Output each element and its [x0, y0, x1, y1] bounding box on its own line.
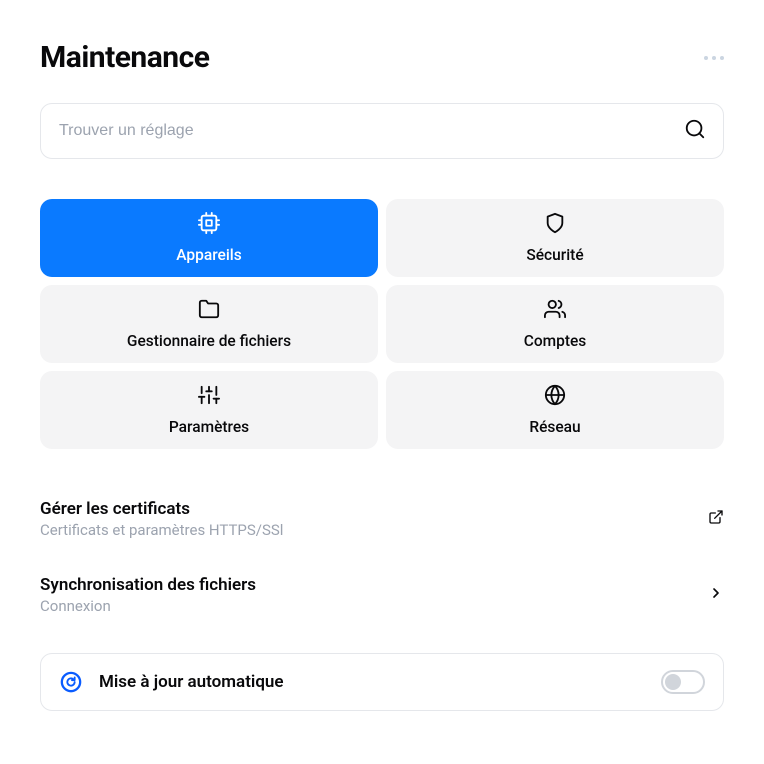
search-icon[interactable] — [684, 118, 706, 144]
tile-label: Sécurité — [526, 246, 583, 264]
cpu-icon — [198, 212, 220, 238]
toggle-knob — [665, 674, 681, 690]
list-item-subtitle: Certificats et paramètres HTTPS/SSl — [40, 521, 283, 539]
tile-label: Réseau — [529, 418, 580, 436]
tile-settings[interactable]: Paramètres — [40, 371, 378, 449]
tile-accounts[interactable]: Comptes — [386, 285, 724, 363]
shield-icon — [544, 212, 566, 238]
folder-icon — [198, 298, 220, 324]
sliders-icon — [198, 384, 220, 410]
tile-security[interactable]: Sécurité — [386, 199, 724, 277]
auto-update-row: Mise à jour automatique — [40, 653, 724, 711]
category-grid: Appareils Sécurité Gestionnaire de fichi… — [40, 199, 724, 449]
users-icon — [544, 298, 566, 324]
more-icon[interactable] — [704, 56, 724, 60]
external-link-icon — [708, 509, 724, 529]
globe-icon — [544, 384, 566, 410]
refresh-icon — [59, 670, 83, 694]
tile-file-manager[interactable]: Gestionnaire de fichiers — [40, 285, 378, 363]
search-input[interactable] — [40, 103, 724, 159]
list-item-certificates[interactable]: Gérer les certificats Certificats et par… — [40, 485, 724, 561]
tile-label: Paramètres — [169, 418, 249, 436]
chevron-right-icon — [708, 585, 724, 605]
list-item-title: Synchronisation des fichiers — [40, 575, 256, 595]
search-container — [40, 103, 724, 159]
tile-label: Gestionnaire de fichiers — [127, 332, 291, 350]
auto-update-label: Mise à jour automatique — [99, 672, 645, 692]
tile-label: Appareils — [176, 246, 241, 264]
tile-devices[interactable]: Appareils — [40, 199, 378, 277]
list-item-file-sync[interactable]: Synchronisation des fichiers Connexion — [40, 561, 724, 637]
auto-update-toggle[interactable] — [661, 670, 705, 694]
tile-label: Comptes — [524, 332, 587, 350]
list-item-subtitle: Connexion — [40, 597, 256, 615]
page-title: Maintenance — [40, 40, 209, 75]
list-item-title: Gérer les certificats — [40, 499, 283, 519]
tile-network[interactable]: Réseau — [386, 371, 724, 449]
